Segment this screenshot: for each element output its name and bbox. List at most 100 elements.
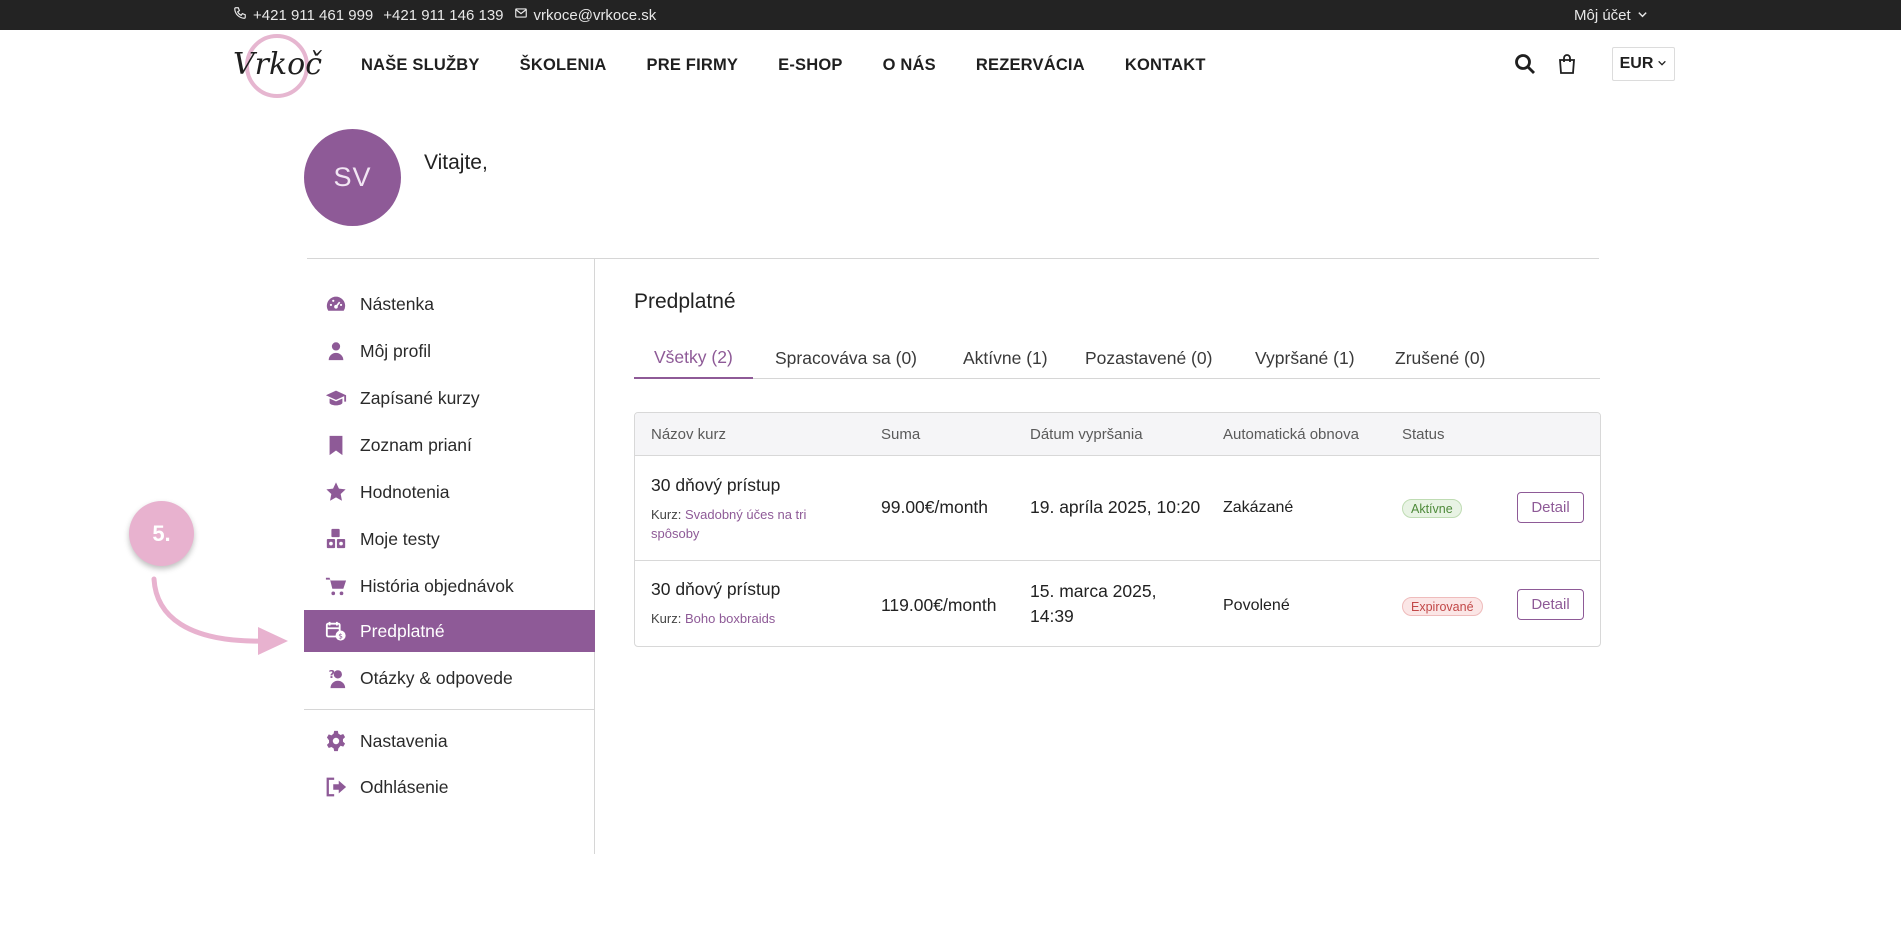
- site-header: Vrkoče NAŠE SLUŽBY ŠKOLENIA PRE FIRMY E-…: [0, 30, 1901, 100]
- course-ref: Kurz: Svadobný účes na tri spôsoby: [651, 505, 831, 543]
- question-user-icon: ?: [324, 667, 348, 689]
- nav-kontakt[interactable]: KONTAKT: [1125, 56, 1206, 75]
- chevron-down-icon: [1637, 7, 1648, 24]
- tab-aktivne[interactable]: Aktívne (1): [963, 337, 1048, 379]
- cart-bag-icon[interactable]: [1555, 52, 1579, 76]
- nav-nase-sluzby[interactable]: NAŠE SLUŽBY: [361, 56, 480, 75]
- phone-icon: [233, 6, 247, 24]
- logo[interactable]: Vrkoče: [231, 32, 340, 98]
- course-cell: 30 dňový prístup Kurz: Boho boxbraids: [651, 579, 831, 628]
- sidebar-item-label: Zapísané kurzy: [360, 387, 480, 408]
- nav-skolenia[interactable]: ŠKOLENIA: [520, 56, 607, 75]
- phone-1[interactable]: +421 911 461 999: [253, 7, 373, 24]
- column-header: Status: [1402, 426, 1445, 443]
- dashboard-icon: [324, 293, 348, 315]
- subscription-tabs: Všetky (2) Spracováva sa (0) Aktívne (1)…: [634, 337, 1600, 379]
- search-icon[interactable]: [1513, 52, 1537, 76]
- course-cell: 30 dňový prístup Kurz: Svadobný účes na …: [651, 475, 831, 543]
- currency-value: EUR: [1619, 55, 1654, 72]
- renewal-cell: Povolené: [1223, 597, 1290, 614]
- sidebar-item-label: Môj profil: [360, 340, 431, 361]
- main-nav: NAŠE SLUŽBY ŠKOLENIA PRE FIRMY E-SHOP O …: [361, 30, 1206, 100]
- user-icon: [324, 340, 348, 362]
- sidebar-item-label: Nastavenia: [360, 730, 448, 751]
- sidebar-item-label: Zoznam prianí: [360, 434, 472, 455]
- page-title: Predplatné: [634, 290, 736, 313]
- nav-o-nas[interactable]: O NÁS: [883, 56, 936, 75]
- blocks-icon: [324, 528, 348, 550]
- sidebar-item-hodnotenia[interactable]: Hodnotenia: [304, 471, 595, 513]
- cart-icon: [324, 575, 348, 597]
- gear-icon: [324, 730, 348, 752]
- sidebar-item-label: Moje testy: [360, 528, 440, 549]
- table-header: Názov kurz Suma Dátum vypršania Automati…: [635, 413, 1600, 456]
- sidebar-item-historia-objednavok[interactable]: História objednávok: [304, 565, 595, 607]
- sidebar-item-otazky-odpovede[interactable]: ? Otázky & odpovede: [304, 657, 595, 699]
- subscription-name: 30 dňový prístup: [651, 475, 781, 495]
- amount-cell: 119.00€/month: [881, 595, 997, 615]
- amount-cell: 99.00€/month: [881, 497, 989, 517]
- course-prefix: Kurz:: [651, 611, 682, 626]
- top-bar: +421 911 461 999 +421 911 146 139 vrkoce…: [0, 0, 1901, 30]
- welcome-text: Vitajte,: [424, 151, 488, 174]
- currency-select[interactable]: EUR: [1612, 47, 1675, 81]
- annotation-arrow: [151, 576, 288, 655]
- contact-info: +421 911 461 999 +421 911 146 139 vrkoce…: [233, 0, 656, 30]
- svg-text:$: $: [338, 631, 343, 640]
- sidebar-item-label: Odhlásenie: [360, 776, 449, 797]
- table-row: 30 dňový prístup Kurz: Svadobný účes na …: [635, 456, 1600, 561]
- course-prefix: Kurz:: [651, 507, 682, 522]
- sidebar-item-moje-testy[interactable]: Moje testy: [304, 518, 595, 560]
- column-header: Suma: [881, 426, 921, 443]
- sidebar-item-moj-profil[interactable]: Môj profil: [304, 330, 595, 372]
- column-header: Automatická obnova: [1223, 426, 1359, 443]
- sidebar-item-label: Otázky & odpovede: [360, 667, 513, 688]
- sidebar-item-zoznam-priani[interactable]: Zoznam prianí: [304, 424, 595, 466]
- course-ref: Kurz: Boho boxbraids: [651, 609, 831, 628]
- sidebar-item-nastenka[interactable]: Nástenka: [304, 283, 595, 325]
- sidebar-item-label: Predplatné: [360, 620, 445, 641]
- avatar: SV: [304, 129, 401, 226]
- subscription-name: 30 dňový prístup: [651, 579, 781, 599]
- nav-rezervacia[interactable]: REZERVÁCIA: [976, 56, 1085, 75]
- star-icon: [324, 481, 348, 503]
- chevron-down-icon: [1657, 55, 1667, 73]
- mail-icon: [514, 6, 528, 24]
- nav-pre-firmy[interactable]: PRE FIRMY: [647, 56, 739, 75]
- status-badge: Aktívne: [1402, 499, 1462, 518]
- tab-vsetky[interactable]: Všetky (2): [634, 337, 753, 379]
- tab-zrusene[interactable]: Zrušené (0): [1395, 337, 1485, 379]
- sidebar-item-label: Nástenka: [360, 293, 434, 314]
- column-header: Dátum vypršania: [1030, 426, 1143, 443]
- expiry-cell: 15. marca 2025, 14:39: [1030, 581, 1157, 626]
- subscriptions-table: Názov kurz Suma Dátum vypršania Automati…: [634, 412, 1601, 647]
- column-header: Názov kurz: [651, 426, 727, 443]
- nav-e-shop[interactable]: E-SHOP: [778, 56, 842, 75]
- sidebar-item-label: Hodnotenia: [360, 481, 450, 502]
- tab-vyprsane[interactable]: Vypršané (1): [1255, 337, 1355, 379]
- course-link[interactable]: Boho boxbraids: [685, 611, 775, 626]
- sidebar-item-odhlasenie[interactable]: Odhlásenie: [304, 766, 595, 808]
- tab-spracovava-sa[interactable]: Spracováva sa (0): [775, 337, 917, 379]
- sidebar-item-zapisane-kurzy[interactable]: Zapísané kurzy: [304, 377, 595, 419]
- account-menu[interactable]: Môj účet: [1574, 0, 1648, 30]
- account-label: Môj účet: [1574, 6, 1631, 24]
- logout-icon: [324, 776, 348, 798]
- sidebar-item-label: História objednávok: [360, 575, 514, 596]
- subscription-icon: $: [324, 620, 348, 642]
- status-badge: Expirované: [1402, 597, 1483, 616]
- renewal-cell: Zakázané: [1223, 499, 1294, 516]
- email-link[interactable]: vrkoce@vrkoce.sk: [534, 7, 657, 24]
- tab-pozastavene[interactable]: Pozastavené (0): [1085, 337, 1212, 379]
- graduation-cap-icon: [324, 387, 348, 409]
- svg-text:?: ?: [329, 668, 335, 681]
- sidebar-divider: [304, 709, 595, 710]
- sidebar-item-nastavenia[interactable]: Nastavenia: [304, 720, 595, 762]
- phone-2[interactable]: +421 911 146 139: [383, 7, 503, 24]
- step-marker: 5.: [129, 501, 194, 566]
- detail-button[interactable]: Detail: [1517, 589, 1584, 620]
- expiry-cell: 19. apríla 2025, 10:20: [1030, 497, 1201, 517]
- detail-button[interactable]: Detail: [1517, 492, 1584, 523]
- account-sidebar: Nástenka Môj profil Zapísané kurzy Zozna…: [304, 258, 595, 854]
- sidebar-item-predplatne[interactable]: $ Predplatné: [304, 610, 595, 652]
